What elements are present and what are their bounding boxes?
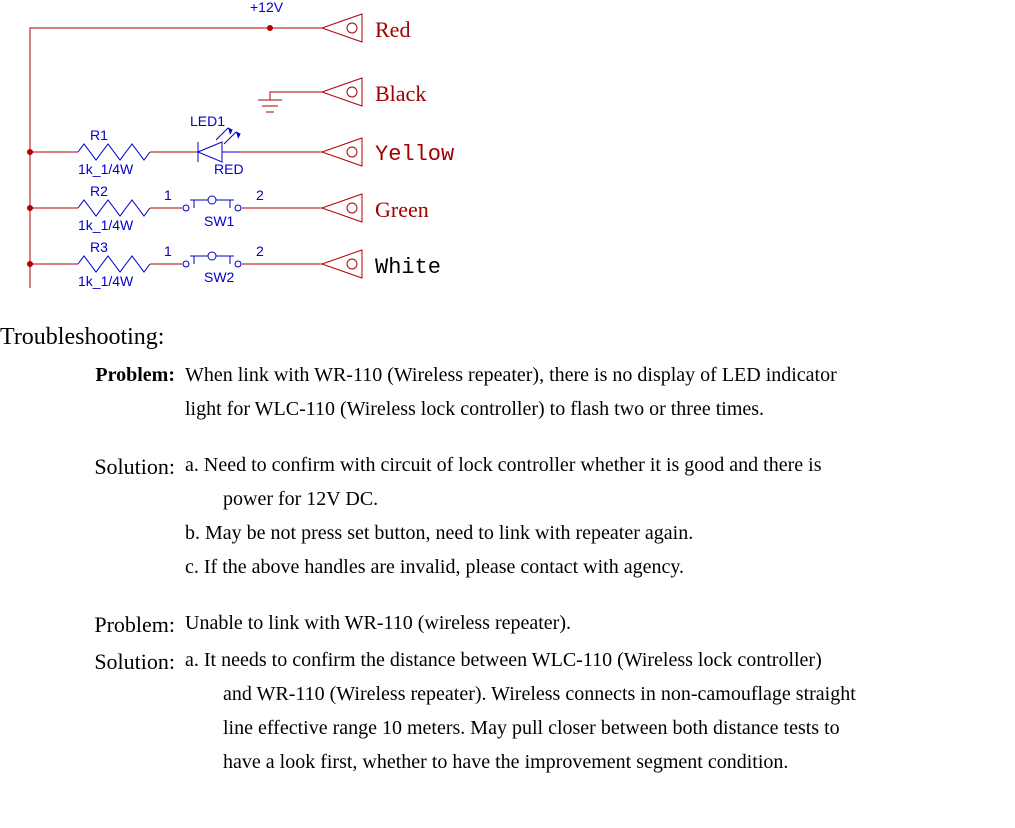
branch-white: R3 1k_1/4W 1 SW2 2 (27, 239, 362, 289)
problem-label-1: Problem: (0, 359, 185, 391)
r2-val: 1k_1/4W (78, 217, 134, 233)
circuit-diagram: +12V Red Black R1 (10, 0, 1015, 316)
led1-icon (198, 128, 240, 162)
wire-label-black: Black (375, 81, 426, 106)
problem-label-2: Problem: (0, 607, 185, 642)
ground-symbol (258, 100, 282, 112)
sw2-icon (183, 252, 241, 267)
pad-white (322, 250, 362, 278)
solution-body-1: a. Need to confirm with circuit of lock … (185, 449, 1015, 585)
r3-ref: R3 (90, 239, 108, 255)
solution-1-c: c. If the above handles are invalid, ple… (185, 551, 1015, 583)
solution-1-a-1: a. Need to confirm with circuit of lock … (185, 449, 1015, 481)
solution-label-2: Solution: (0, 644, 185, 679)
problem-1-line-b: light for WLC-110 (Wireless lock control… (185, 393, 1015, 425)
bus-left (30, 28, 270, 288)
r2-ref: R2 (90, 183, 108, 199)
problem-1-line-a: When link with WR-110 (Wireless repeater… (185, 359, 1015, 391)
r1-ref: R1 (90, 127, 108, 143)
sw1-ref: SW1 (204, 213, 235, 229)
led1-ref: LED1 (190, 113, 225, 129)
pad-black (322, 78, 362, 106)
sw1-pin2: 2 (256, 187, 264, 203)
sw2-pin2: 2 (256, 243, 264, 259)
solution-2-a-1: a. It needs to confirm the distance betw… (185, 644, 1015, 676)
section-heading: Troubleshooting: (0, 324, 1015, 351)
sw1-pin1: 1 (164, 187, 172, 203)
r3-val: 1k_1/4W (78, 273, 134, 289)
solution-1-row: Solution: a. Need to confirm with circui… (0, 449, 1015, 585)
solution-2-a-2: and WR-110 (Wireless repeater). Wireless… (185, 678, 1015, 710)
wire-label-white: White (375, 255, 441, 280)
r1-val: 1k_1/4W (78, 161, 134, 177)
wire-label-yellow: Yellow (375, 142, 454, 167)
pad-yellow (322, 138, 362, 166)
solution-2-a-4: have a look first, whether to have the i… (185, 746, 1015, 778)
voltage-label: +12V (250, 0, 284, 15)
solution-body-2: a. It needs to confirm the distance betw… (185, 644, 1015, 780)
branch-green: R2 1k_1/4W 1 SW1 2 (27, 183, 362, 233)
problem-2-line: Unable to link with WR-110 (wireless rep… (185, 607, 1015, 639)
pad-green (322, 194, 362, 222)
solution-1-a-2: power for 12V DC. (185, 483, 1015, 515)
sw1-icon (183, 196, 241, 211)
solution-label-1: Solution: (0, 449, 185, 484)
solution-1-b: b. May be not press set button, need to … (185, 517, 1015, 549)
sw2-pin1: 1 (164, 243, 172, 259)
solution-2-a-3: line effective range 10 meters. May pull… (185, 712, 1015, 744)
solution-2-row: Solution: a. It needs to confirm the dis… (0, 644, 1015, 780)
sw2-ref: SW2 (204, 269, 235, 285)
led1-color: RED (214, 161, 244, 177)
wire-black (270, 92, 322, 100)
problem-body-1: When link with WR-110 (Wireless repeater… (185, 359, 1015, 427)
wire-label-red: Red (375, 17, 410, 42)
problem-1-row: Problem: When link with WR-110 (Wireless… (0, 359, 1015, 427)
schematic-svg: +12V Red Black R1 (10, 0, 480, 310)
wire-label-green: Green (375, 197, 429, 222)
problem-body-2: Unable to link with WR-110 (wireless rep… (185, 607, 1015, 641)
problem-2-row: Problem: Unable to link with WR-110 (wir… (0, 607, 1015, 642)
pad-red (322, 14, 362, 42)
branch-yellow: R1 1k_1/4W LED1 RED (27, 113, 362, 177)
